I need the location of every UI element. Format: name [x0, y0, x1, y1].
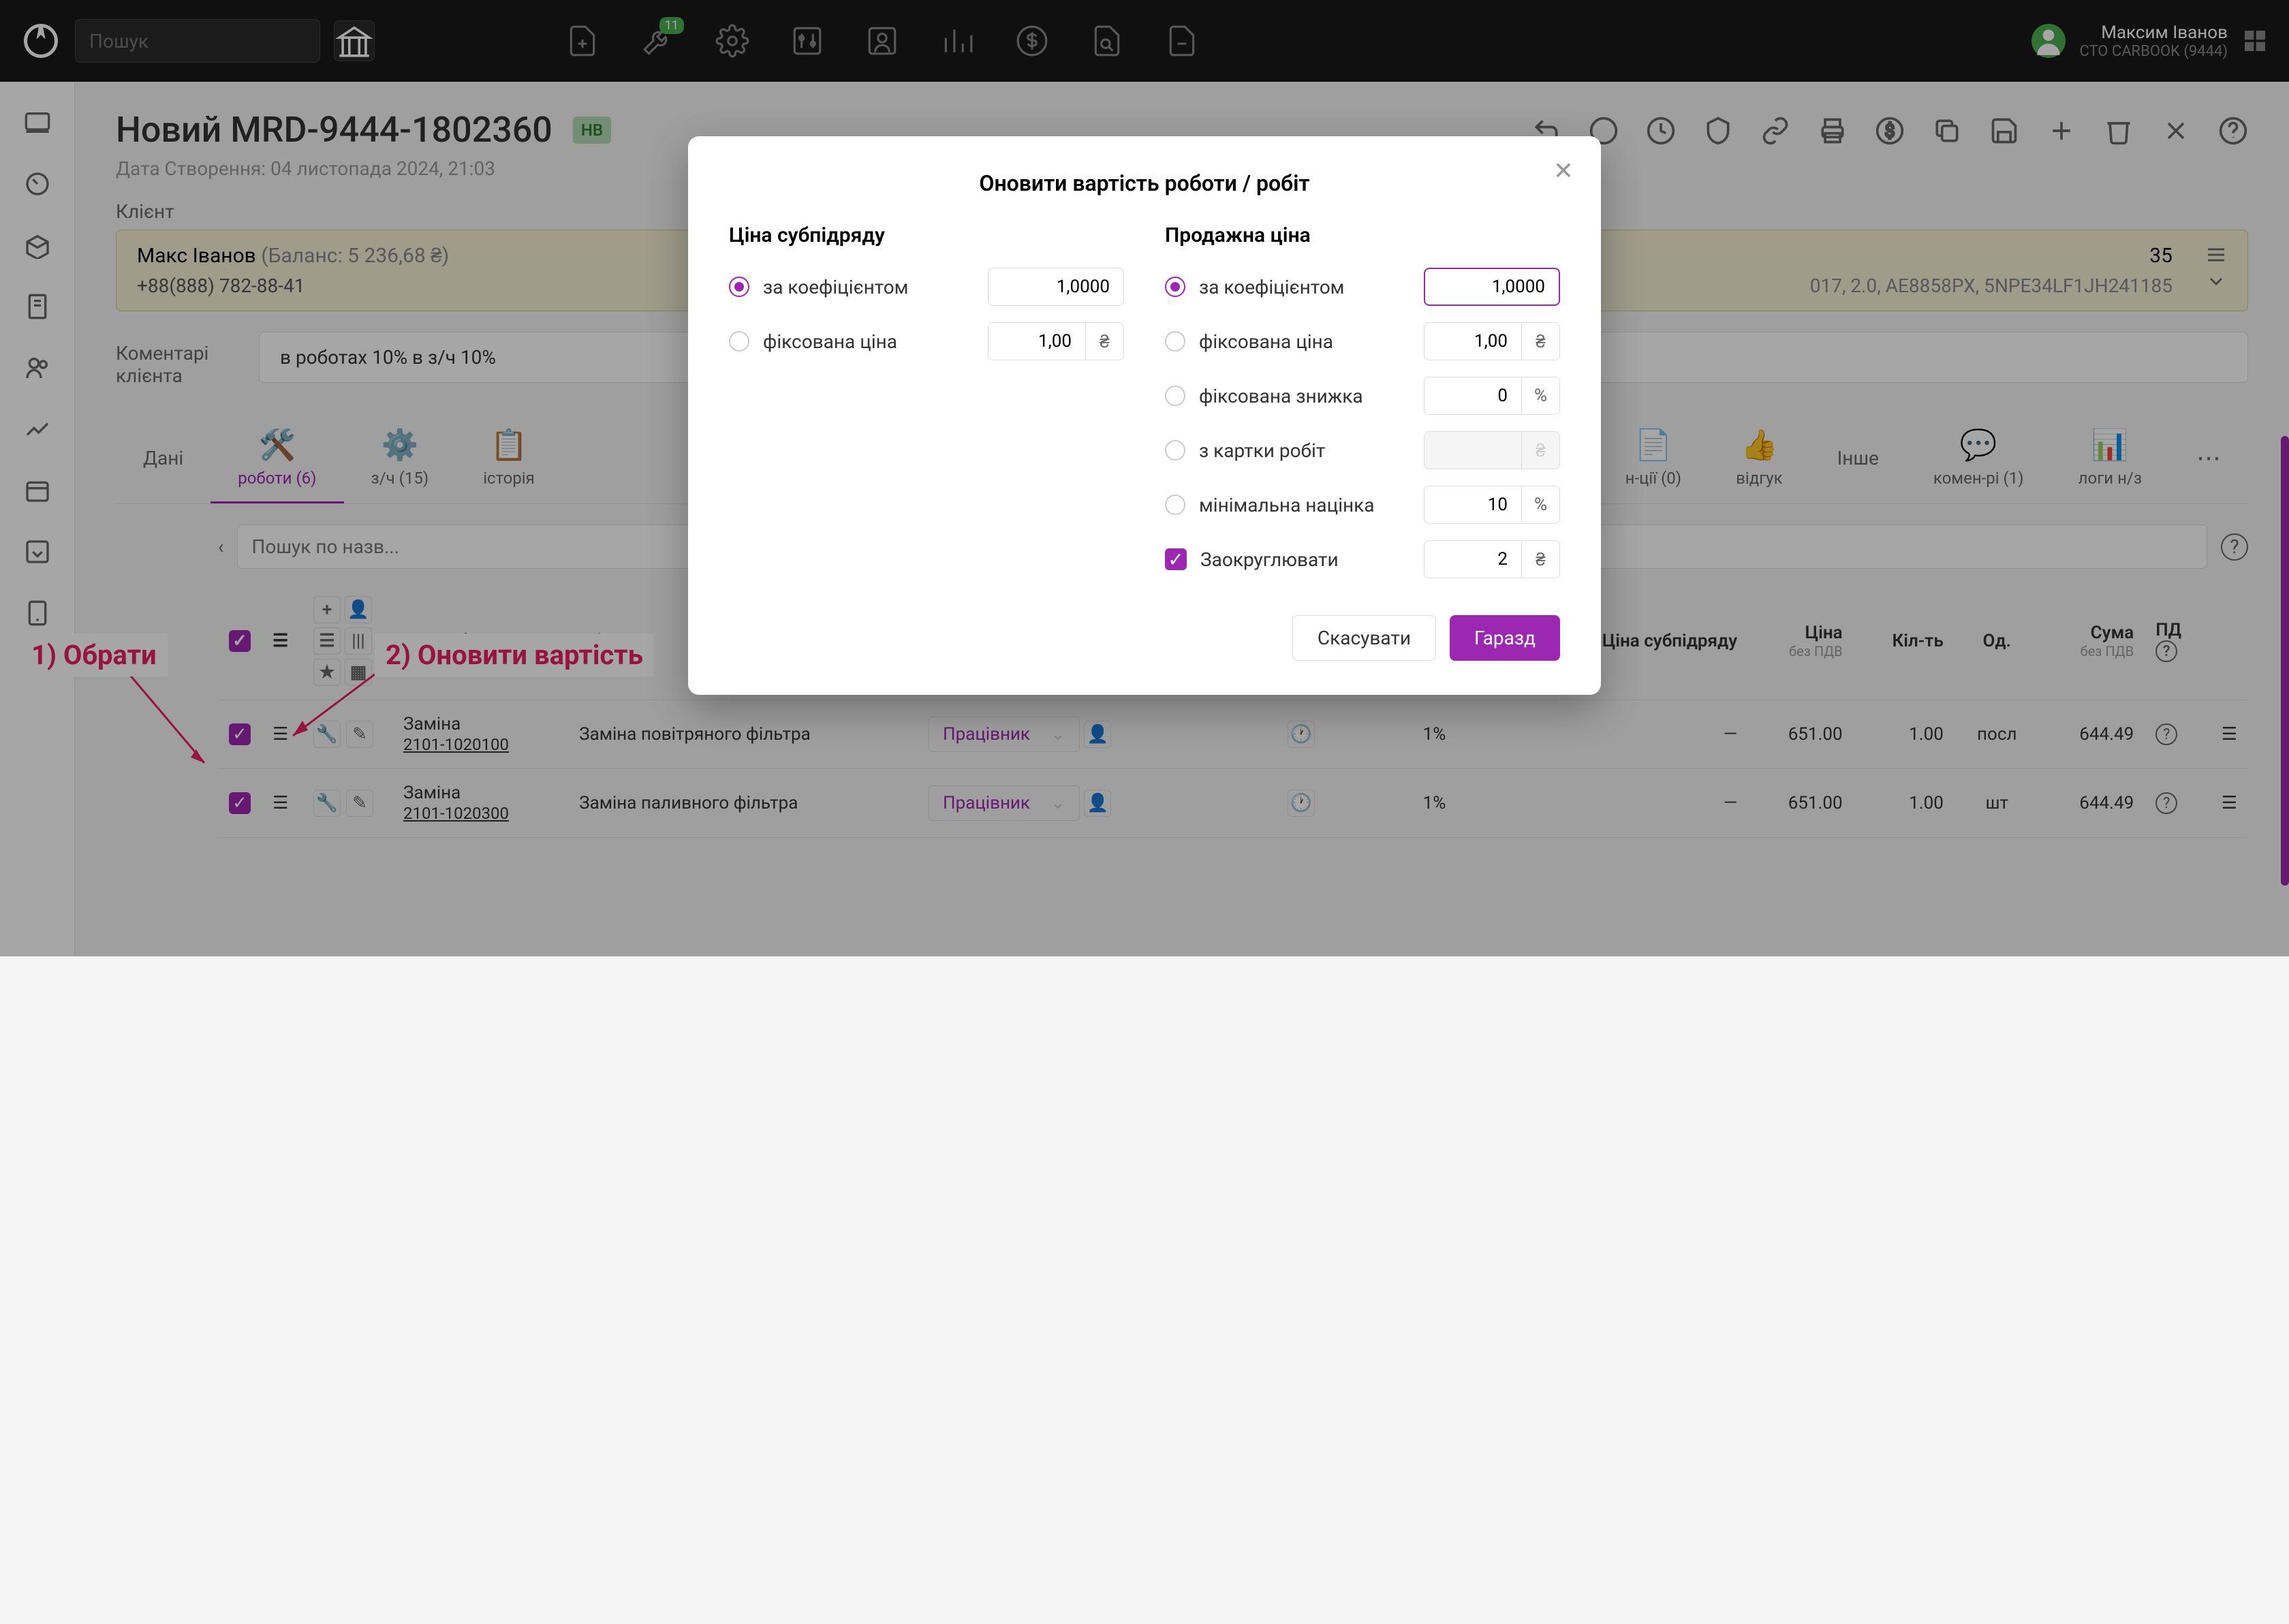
sale-round-row: ✓ Заокруглювати ₴: [1165, 540, 1560, 578]
sale-card-row: з картки робіт ₴: [1165, 431, 1560, 469]
round-label: Заокруглювати: [1200, 548, 1410, 571]
sale-fixed-radio[interactable]: [1165, 331, 1185, 352]
sale-margin-suffix: %: [1522, 486, 1560, 524]
sub-fixed-row: фіксована ціна ₴: [729, 322, 1124, 360]
sale-discount-label: фіксована знижка: [1199, 385, 1410, 407]
sale-coef-input[interactable]: [1424, 268, 1560, 306]
sale-coef-radio[interactable]: [1165, 277, 1185, 297]
cancel-button[interactable]: Скасувати: [1292, 615, 1436, 661]
round-checkbox[interactable]: ✓: [1165, 548, 1187, 570]
sale-margin-row: мінімальна націнка %: [1165, 486, 1560, 524]
modal: ✕ Оновити вартість роботи / робіт Ціна с…: [688, 136, 1601, 695]
sale-card-input: [1424, 431, 1522, 469]
sale-card-suffix: ₴: [1522, 431, 1560, 469]
sale-margin-input[interactable]: [1424, 486, 1522, 524]
ok-button[interactable]: Гаразд: [1450, 615, 1560, 661]
sale-card-radio[interactable]: [1165, 440, 1185, 460]
sub-fixed-group: ₴: [988, 322, 1124, 360]
close-icon[interactable]: ✕: [1553, 157, 1574, 185]
sub-coef-input[interactable]: [988, 268, 1124, 306]
round-input[interactable]: [1424, 540, 1522, 578]
sale-discount-row: фіксована знижка %: [1165, 377, 1560, 415]
sub-coef-row: за коефіцієнтом: [729, 268, 1124, 306]
sale-card-label: з картки робіт: [1199, 439, 1410, 462]
sale-discount-suffix: %: [1522, 377, 1560, 415]
sale-discount-input[interactable]: [1424, 377, 1522, 415]
modal-col-sale: Продажна ціна за коефіцієнтом фіксована …: [1165, 223, 1560, 595]
sale-discount-radio[interactable]: [1165, 386, 1185, 406]
modal-title: Оновити вартість роботи / робіт: [729, 170, 1560, 196]
modal-col-sub: Ціна субпідряду за коефіцієнтом фіксован…: [729, 223, 1124, 595]
sale-coef-row: за коефіцієнтом: [1165, 268, 1560, 306]
modal-footer: Скасувати Гаразд: [729, 615, 1560, 661]
sale-coef-label: за коефіцієнтом: [1199, 276, 1410, 298]
sale-fixed-suffix: ₴: [1522, 322, 1560, 360]
sub-fixed-label: фіксована ціна: [763, 330, 974, 353]
col1-title: Ціна субпідряду: [729, 223, 1124, 247]
modal-grid: Ціна субпідряду за коефіцієнтом фіксован…: [729, 223, 1560, 595]
sale-fixed-label: фіксована ціна: [1199, 330, 1410, 353]
sub-fixed-radio[interactable]: [729, 331, 749, 352]
sale-fixed-row: фіксована ціна ₴: [1165, 322, 1560, 360]
sub-fixed-suffix: ₴: [1086, 322, 1124, 360]
round-suffix: ₴: [1522, 540, 1560, 578]
sub-fixed-input[interactable]: [988, 322, 1086, 360]
sub-coef-radio[interactable]: [729, 277, 749, 297]
sub-coef-label: за коефіцієнтом: [763, 276, 974, 298]
sale-fixed-input[interactable]: [1424, 322, 1522, 360]
sale-margin-radio[interactable]: [1165, 495, 1185, 515]
col2-title: Продажна ціна: [1165, 223, 1560, 247]
sale-margin-label: мінімальна націнка: [1199, 494, 1410, 516]
